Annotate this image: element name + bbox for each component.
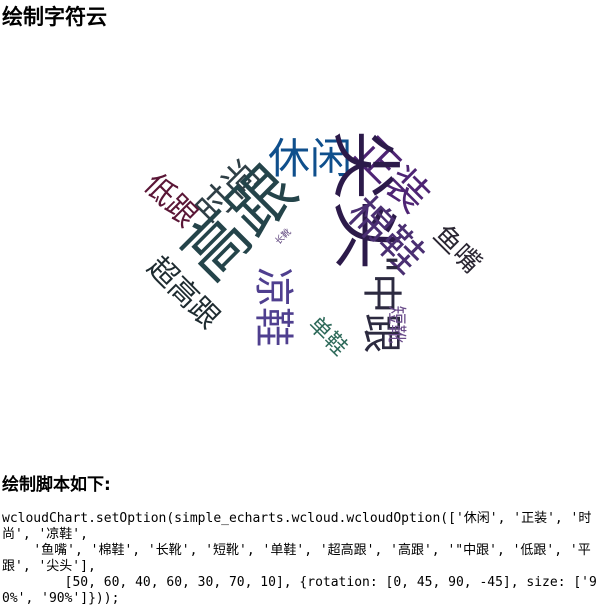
script-heading: 绘制脚本如下: bbox=[2, 475, 111, 495]
cloud-word-danxie: 单鞋 bbox=[302, 312, 352, 362]
cloud-word-duanxue: 短靴 bbox=[385, 305, 408, 344]
cloud-word-yuzui: 鱼嘴 bbox=[426, 219, 488, 280]
word-cloud: 休闲 正装 时尚 高跟 尖头 棉鞋 低跟 超高跟 凉鞋 "中跟 鱼嘴 短靴 单鞋… bbox=[0, 0, 611, 460]
code-block: wcloudChart.setOption(simple_echarts.wcl… bbox=[2, 511, 597, 606]
cloud-word-liangxie: 凉鞋 bbox=[250, 267, 296, 347]
